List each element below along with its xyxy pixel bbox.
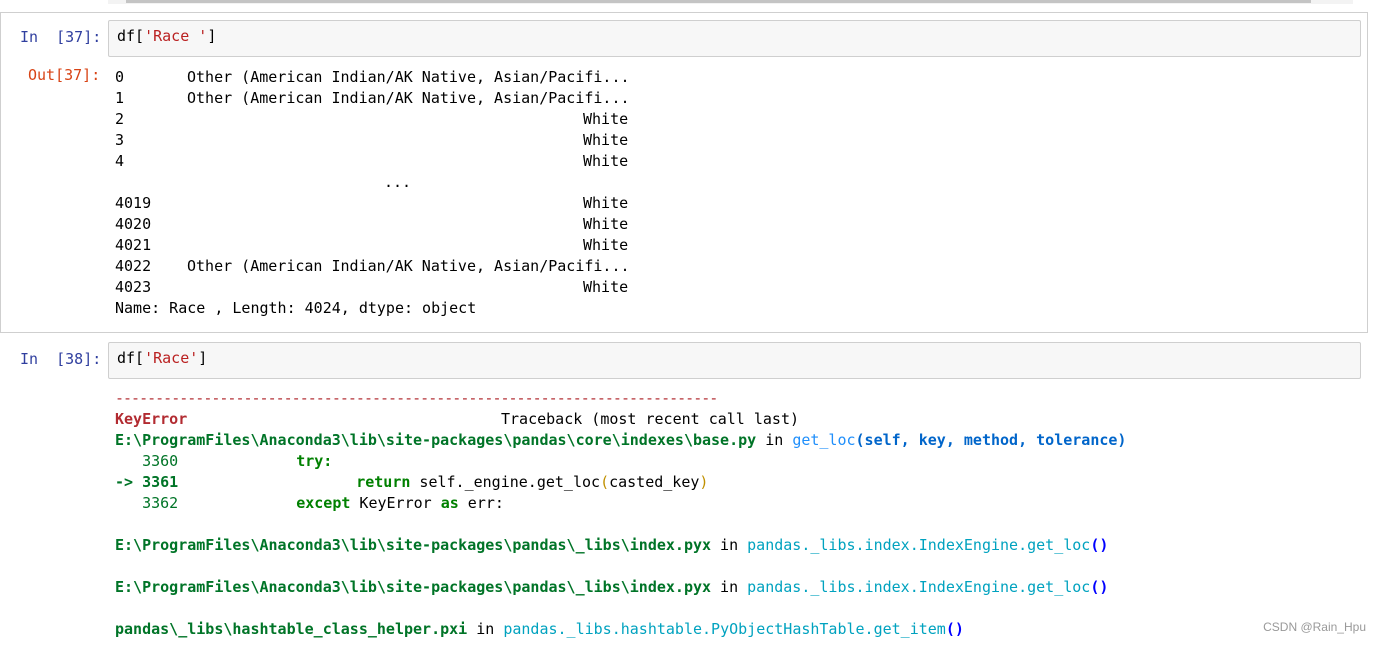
code: self._engine.get_loc — [410, 473, 601, 491]
series-row-value: White — [583, 215, 629, 233]
current-line-arrow: -> 3361 — [115, 473, 179, 491]
function-name: pandas._libs.index.IndexEngine.get_loc — [747, 536, 1091, 554]
series-row-index: 4023 — [115, 278, 152, 296]
function-args: (self, key, method, tolerance) — [855, 431, 1127, 449]
cell-37-input-prompt: In [37]: — [20, 28, 102, 46]
series-row-value: White — [583, 110, 629, 128]
code: KeyError — [350, 494, 441, 512]
series-row-value: White — [583, 131, 629, 149]
in-word: in — [711, 536, 748, 554]
cell-38-code-text: df['Race'] — [117, 348, 207, 368]
code: err: — [458, 494, 504, 512]
code-prefix: df[ — [117, 349, 145, 367]
keyword: as — [440, 494, 459, 512]
series-row-index: 4 — [115, 152, 125, 170]
series-row-value: White — [583, 152, 629, 170]
series-row-index: 4022 — [115, 257, 152, 275]
watermark: CSDN @Rain_Hpu — [1263, 620, 1366, 634]
cell-37[interactable] — [0, 12, 1368, 333]
traceback-current-line: -> 3361 return self._engine.get_loc(caste… — [115, 472, 708, 493]
cell-37-output-prompt: Out[37]: — [28, 66, 101, 84]
keyword: except — [296, 494, 351, 512]
code-string-literal: 'Race ' — [144, 27, 208, 45]
code-string-literal: 'Race' — [144, 349, 199, 367]
series-row-index: 0 — [115, 68, 125, 86]
cell-37-code-text: df['Race '] — [117, 26, 216, 46]
file-path: pandas\_libs\hashtable_class_helper.pxi — [115, 620, 468, 638]
function-args: () — [1090, 536, 1109, 554]
file-path: E:\ProgramFiles\Anaconda3\lib\site-packa… — [115, 431, 757, 449]
paren-open: ( — [600, 473, 610, 491]
function-args: () — [945, 620, 964, 638]
series-row-value: White — [583, 278, 629, 296]
file-path: E:\ProgramFiles\Anaconda3\lib\site-packa… — [115, 536, 712, 554]
series-row-value: White — [583, 236, 629, 254]
cell-38-code-input[interactable]: df['Race'] — [108, 342, 1361, 379]
traceback-header: Traceback (most recent call last) — [501, 410, 800, 428]
line-number: 3360 — [115, 452, 179, 470]
file-path: E:\ProgramFiles\Anaconda3\lib\site-packa… — [115, 578, 712, 596]
series-footer: Name: Race , Length: 4024, dtype: object — [115, 299, 477, 317]
function-name: pandas._libs.index.IndexEngine.get_loc — [747, 578, 1091, 596]
traceback-frame-2-location: E:\ProgramFiles\Anaconda3\lib\site-packa… — [115, 535, 1108, 556]
series-row-index: 4021 — [115, 236, 152, 254]
series-ellipsis: ... — [384, 173, 412, 191]
traceback-code-line: 3360 try: — [115, 451, 332, 472]
series-row-index: 2 — [115, 110, 125, 128]
series-row-value: Other (American Indian/AK Native, Asian/… — [187, 89, 630, 107]
series-row-value: White — [583, 194, 629, 212]
function-name: pandas._libs.hashtable.PyObjectHashTable… — [503, 620, 946, 638]
traceback-frame-4-location: pandas\_libs\hashtable_class_helper.pxi … — [115, 619, 964, 640]
in-word: in — [711, 578, 748, 596]
series-row-value: Other (American Indian/AK Native, Asian/… — [187, 257, 630, 275]
output-horizontal-scrollbar[interactable] — [108, 0, 1353, 4]
error-name: KeyError — [115, 410, 188, 428]
traceback-separator: ----------------------------------------… — [115, 389, 718, 407]
function-args: () — [1090, 578, 1109, 596]
line-number: 3362 — [115, 494, 179, 512]
paren-close: ) — [699, 473, 709, 491]
keyword: try: — [296, 452, 333, 470]
in-word: in — [467, 620, 504, 638]
code-suffix: ] — [207, 27, 217, 45]
in-word: in — [756, 431, 793, 449]
traceback-frame-1-location: E:\ProgramFiles\Anaconda3\lib\site-packa… — [115, 430, 1126, 451]
series-row-index: 1 — [115, 89, 125, 107]
series-row-index: 3 — [115, 131, 125, 149]
series-row-index: 4019 — [115, 194, 152, 212]
traceback-frame-3-location: E:\ProgramFiles\Anaconda3\lib\site-packa… — [115, 577, 1108, 598]
keyword: return — [356, 473, 411, 491]
code-suffix: ] — [198, 349, 208, 367]
scrollbar-thumb[interactable] — [126, 0, 1311, 3]
function-name: get_loc — [792, 431, 856, 449]
series-row-index: 4020 — [115, 215, 152, 233]
cell-38-input-prompt: In [38]: — [20, 350, 102, 368]
code-arg: casted_key — [609, 473, 700, 491]
traceback-code-line: 3362 except KeyError as err: — [115, 493, 504, 514]
cell-37-code-input[interactable]: df['Race '] — [108, 20, 1361, 57]
code-prefix: df[ — [117, 27, 145, 45]
series-row-value: Other (American Indian/AK Native, Asian/… — [187, 68, 630, 86]
